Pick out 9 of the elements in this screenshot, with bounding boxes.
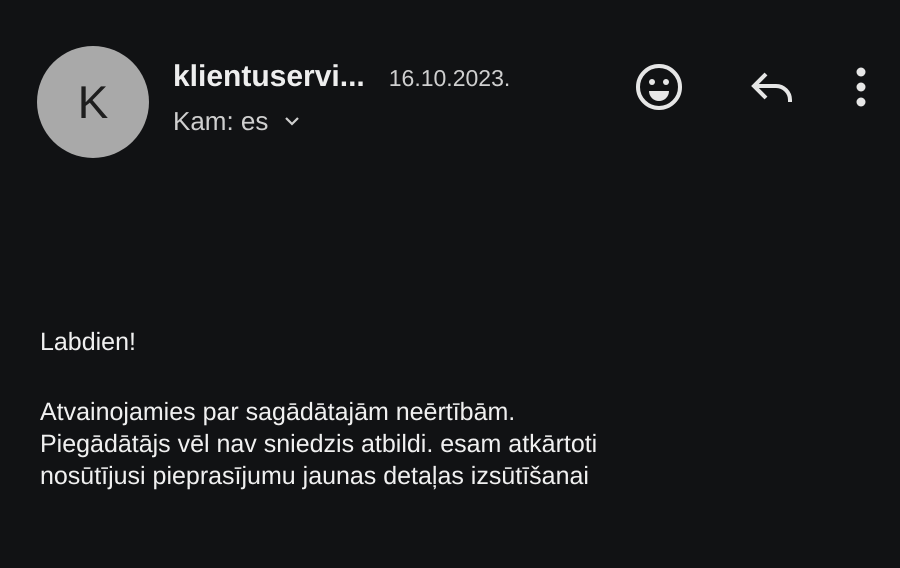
emoji-icon[interactable] <box>634 62 684 112</box>
avatar: K <box>37 46 149 158</box>
recipient-toggle[interactable]: Kam: es <box>173 108 300 134</box>
chevron-down-icon <box>284 116 300 126</box>
message-paragraph: Atvainojamies par sagādātajām neērtībām. Piegādātājs vēl nav sniedzis atbildi. esam atkārtoti nosūtījusi pieprasījumu jaunas detaļas izsūtīšanai <box>40 397 598 492</box>
greeting-text: Labdien! <box>40 327 136 358</box>
more-options-icon[interactable] <box>856 67 866 107</box>
message-date: 16.10.2023. <box>388 67 510 90</box>
sender-name: klientuservi... <box>173 62 365 92</box>
